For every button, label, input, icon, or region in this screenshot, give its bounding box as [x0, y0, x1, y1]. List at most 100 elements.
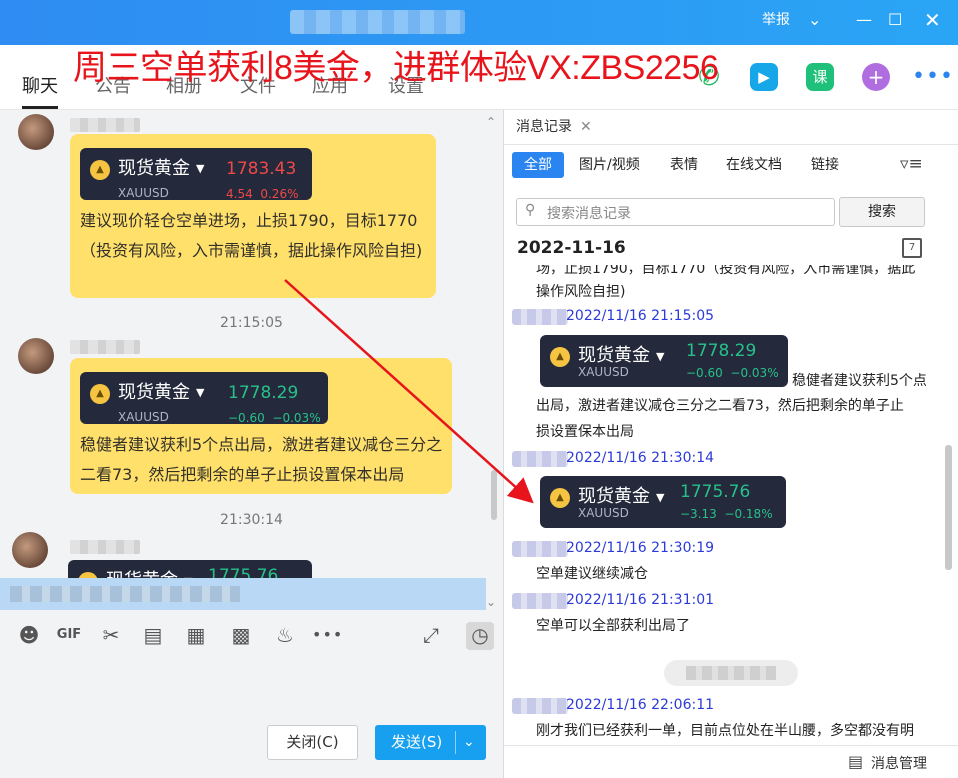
expand-icon[interactable]: ⤢ — [418, 622, 444, 648]
history-message-text: 稳健者建议获利5个点 — [792, 373, 927, 389]
sender-name-blurred — [512, 451, 568, 467]
bell-icon[interactable]: ♨ — [272, 622, 298, 648]
video-call-icon[interactable]: ▶ — [750, 63, 778, 91]
history-tab-label: 消息记录 — [516, 119, 572, 135]
maximize-icon[interactable]: ☐ — [888, 8, 902, 32]
sender-name-blurred — [70, 540, 140, 554]
card-price: 1778.29 — [686, 341, 757, 361]
message-time: 21:15:05 — [220, 315, 283, 331]
history-tab[interactable]: 消息记录 ✕ — [504, 110, 606, 144]
avatar[interactable] — [18, 338, 54, 374]
scissors-icon[interactable]: ✂ — [98, 622, 124, 648]
gold-quote-card[interactable]: ▲ 现货黄金 ▼ XAUUSD 1775.76 −3.13 −0.18% — [540, 476, 786, 528]
message-manage-icon[interactable]: ▤ — [848, 752, 863, 771]
group-name-blurred — [290, 10, 465, 34]
card-price: 1775.76 — [680, 482, 751, 502]
message-text: 建议现价轻仓空单进场，止损1790，目标1770（投资有风险，入市需谨慎，据此操… — [80, 211, 423, 260]
caret-down-icon: ▼ — [656, 349, 665, 363]
dropdown-icon[interactable]: ⌄ — [808, 8, 821, 32]
search-icon: ⚲ — [525, 202, 536, 218]
scroll-up-icon[interactable]: ⌃ — [486, 110, 496, 134]
history-scrollbar[interactable] — [945, 445, 952, 570]
folder-icon[interactable]: ▤ — [140, 622, 166, 648]
plus-icon[interactable]: + — [862, 63, 890, 91]
history-message-text: 损设置保本出局 — [536, 424, 634, 440]
caret-down-icon: ▼ — [196, 386, 205, 399]
filter-all[interactable]: 全部 — [512, 152, 564, 178]
history-message-text: 场，止损1790，目标1770（投资有风险，入市需谨慎，据此 — [536, 265, 916, 277]
calendar-icon[interactable]: 7 — [902, 238, 922, 258]
card-symbol: XAUUSD — [578, 506, 629, 520]
clock-icon[interactable]: ◷ — [466, 622, 494, 650]
card-change: −0.60 −0.03% — [686, 366, 779, 380]
filter-media[interactable]: 图片/视频 — [579, 152, 640, 178]
card-change: −0.60 −0.03% — [228, 411, 321, 425]
input-toolbar: ☻ GIF ✂ ▤ ▦ ▩ ♨ ••• ⤢ ◷ — [0, 610, 503, 660]
more-icon[interactable]: ••• — [912, 63, 953, 91]
system-notice-blurred — [664, 660, 798, 686]
message-bubble[interactable]: ▲ 现货黄金 ▼ XAUUSD 1783.43 4.54 0.26% 建议现价轻仓… — [70, 134, 436, 298]
card-symbol: XAUUSD — [118, 186, 169, 200]
history-time: 2022/11/16 21:15:05 — [566, 308, 715, 324]
message-bubble[interactable]: ▲ 现货黄金 ▼ XAUUSD 1778.29 −0.60 −0.03% 稳健者建… — [70, 358, 452, 494]
card-name: 现货黄金 — [118, 158, 190, 179]
message-manage-button[interactable]: 消息管理 — [871, 753, 927, 773]
avatar[interactable] — [12, 532, 48, 568]
history-time: 2022/11/16 21:30:14 — [566, 450, 715, 466]
sender-name-blurred — [512, 309, 568, 325]
sender-name-blurred — [512, 698, 568, 714]
card-symbol: XAUUSD — [578, 365, 629, 379]
close-button[interactable]: 关闭(C) — [267, 725, 358, 760]
history-message-text: 刚才我们已经获利一单，目前点位处在半山腰，多空都没有明 — [536, 723, 914, 739]
sender-name-blurred — [512, 541, 568, 557]
chat-messages[interactable]: ▲ 现货黄金 ▼ XAUUSD 1783.43 4.54 0.26% 建议现价轻仓… — [0, 110, 503, 610]
history-footer: ▤ 消息管理 — [504, 745, 958, 778]
history-message-text: 出局，激进者建议减仓三分之二看73，然后把剩余的单子止 — [536, 398, 904, 414]
gold-coin-icon: ▲ — [90, 384, 110, 404]
close-icon[interactable]: ✕ — [924, 8, 941, 32]
title-bar: 举报 ⌄ — ☐ ✕ — [0, 0, 958, 45]
card-name: 现货黄金 — [578, 486, 650, 507]
card-change: −3.13 −0.18% — [680, 507, 773, 521]
gif-icon[interactable]: GIF — [56, 622, 82, 648]
card-symbol: XAUUSD — [118, 410, 169, 424]
filter-docs[interactable]: 在线文档 — [726, 152, 782, 178]
filter-stickers[interactable]: 表情 — [670, 152, 698, 178]
gold-quote-card[interactable]: ▲ 现货黄金 ▼ XAUUSD 1778.29 −0.60 −0.03% — [80, 372, 328, 425]
filter-icon[interactable]: ▿≡ — [900, 154, 923, 174]
history-search-input[interactable]: ⚲ 搜索消息记录 — [516, 198, 835, 226]
tab-chat[interactable]: 聊天 — [22, 72, 58, 98]
card-name: 现货黄金 — [578, 345, 650, 366]
selected-text-blurred — [10, 586, 240, 602]
gold-quote-card[interactable]: ▲ 现货黄金 ▼ XAUUSD 1783.43 4.54 0.26% — [80, 148, 312, 201]
gold-quote-card[interactable]: ▲ 现货黄金 ▼ XAUUSD 1778.29 −0.60 −0.03% — [540, 335, 788, 387]
history-time: 2022/11/16 22:06:11 — [566, 697, 715, 713]
history-message-text: 操作风险自担) — [536, 284, 626, 300]
send-button[interactable]: 发送(S) ⌄ — [375, 725, 486, 760]
close-icon[interactable]: ✕ — [580, 119, 592, 135]
send-label: 发送(S) — [391, 733, 443, 751]
caret-down-icon: ▼ — [196, 162, 205, 175]
course-icon[interactable]: 课 — [806, 63, 834, 91]
minimize-icon[interactable]: — — [856, 8, 872, 32]
promo-overlay-text: 周三空单获利8美金，进群体验VX:ZBS2256 — [73, 49, 719, 87]
history-message-text: 空单建议继续减仓 — [536, 566, 648, 582]
gold-coin-icon: ▲ — [550, 488, 570, 508]
chevron-down-icon[interactable]: ⌄ — [463, 725, 475, 760]
history-date: 2022-11-16 — [517, 238, 626, 258]
message-time: 21:30:14 — [220, 512, 283, 528]
sender-name-blurred — [70, 118, 140, 132]
filter-links[interactable]: 链接 — [811, 152, 839, 178]
search-button[interactable]: 搜索 — [839, 197, 925, 227]
gold-coin-icon: ▲ — [550, 347, 570, 367]
more-icon[interactable]: ••• — [312, 622, 342, 648]
image-icon[interactable]: ▩ — [228, 622, 254, 648]
message-input[interactable] — [0, 660, 503, 778]
avatar[interactable] — [18, 114, 54, 150]
sender-name-blurred — [70, 340, 140, 354]
card-name: 现货黄金 — [118, 382, 190, 403]
chat-scrollbar[interactable] — [491, 470, 497, 520]
emoji-icon[interactable]: ☻ — [16, 622, 42, 648]
report-button[interactable]: 举报 — [762, 8, 790, 32]
shake-icon[interactable]: ▦ — [183, 622, 209, 648]
